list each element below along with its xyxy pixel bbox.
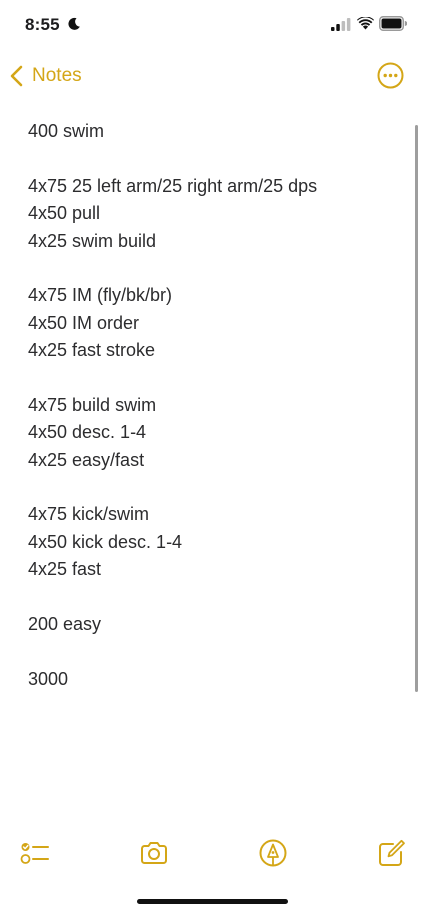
notes-screen: 8:55 Notes 400 swim 4x75 25 left arm/25 …	[0, 0, 423, 915]
note-line: 4x50 desc. 1-4	[28, 422, 147, 443]
markup-button[interactable]	[258, 838, 288, 868]
note-line: 4x50 kick desc. 1-4	[28, 531, 183, 552]
bottom-toolbar	[0, 832, 423, 876]
back-button[interactable]: Notes	[8, 60, 82, 92]
camera-button[interactable]	[139, 838, 169, 868]
home-indicator[interactable]	[137, 899, 288, 904]
note-line: 4x75 25 left arm/25 right arm/25 dps	[28, 175, 318, 196]
note-line: 4x75 IM (fly/bk/br)	[28, 285, 173, 306]
moon-icon	[68, 17, 80, 30]
note-line: 4x50 IM order	[28, 312, 140, 333]
markup-pen-icon	[259, 839, 287, 867]
note-line	[28, 365, 398, 392]
note-line: 4x25 swim build	[28, 230, 157, 251]
note-line: 4x25 fast stroke	[28, 340, 156, 361]
wifi-icon	[357, 17, 374, 30]
note-line: 200 easy	[28, 614, 102, 635]
note-line	[28, 638, 398, 665]
note-line: 400 swim	[28, 121, 105, 141]
note-line	[28, 145, 398, 172]
compose-icon	[379, 839, 405, 866]
cellular-signal-icon	[331, 18, 351, 31]
note-line	[28, 474, 398, 501]
note-line: 4x25 easy/fast	[28, 449, 145, 470]
note-line	[28, 584, 398, 611]
scroll-indicator[interactable]	[415, 125, 418, 692]
note-line: 4x75 kick/swim	[28, 504, 150, 525]
battery-icon	[379, 16, 407, 31]
note-line: 4x25 fast	[28, 559, 102, 580]
status-bar: 8:55	[0, 0, 423, 50]
chevron-left-icon	[10, 65, 23, 87]
note-line	[28, 255, 398, 282]
back-button-label: Notes	[32, 65, 82, 86]
status-time: 8:55	[25, 15, 60, 34]
note-line: 4x50 pull	[28, 203, 101, 224]
note-line: 3000	[28, 668, 69, 689]
note-body[interactable]: 400 swim 4x75 25 left arm/25 right arm/25…	[28, 118, 398, 693]
compose-button[interactable]	[376, 838, 406, 868]
camera-icon	[141, 842, 167, 864]
checklist-button[interactable]	[19, 838, 49, 868]
ellipsis-circle-icon[interactable]	[377, 62, 404, 89]
note-line: 4x75 build swim	[28, 394, 157, 415]
checklist-icon	[20, 843, 49, 864]
